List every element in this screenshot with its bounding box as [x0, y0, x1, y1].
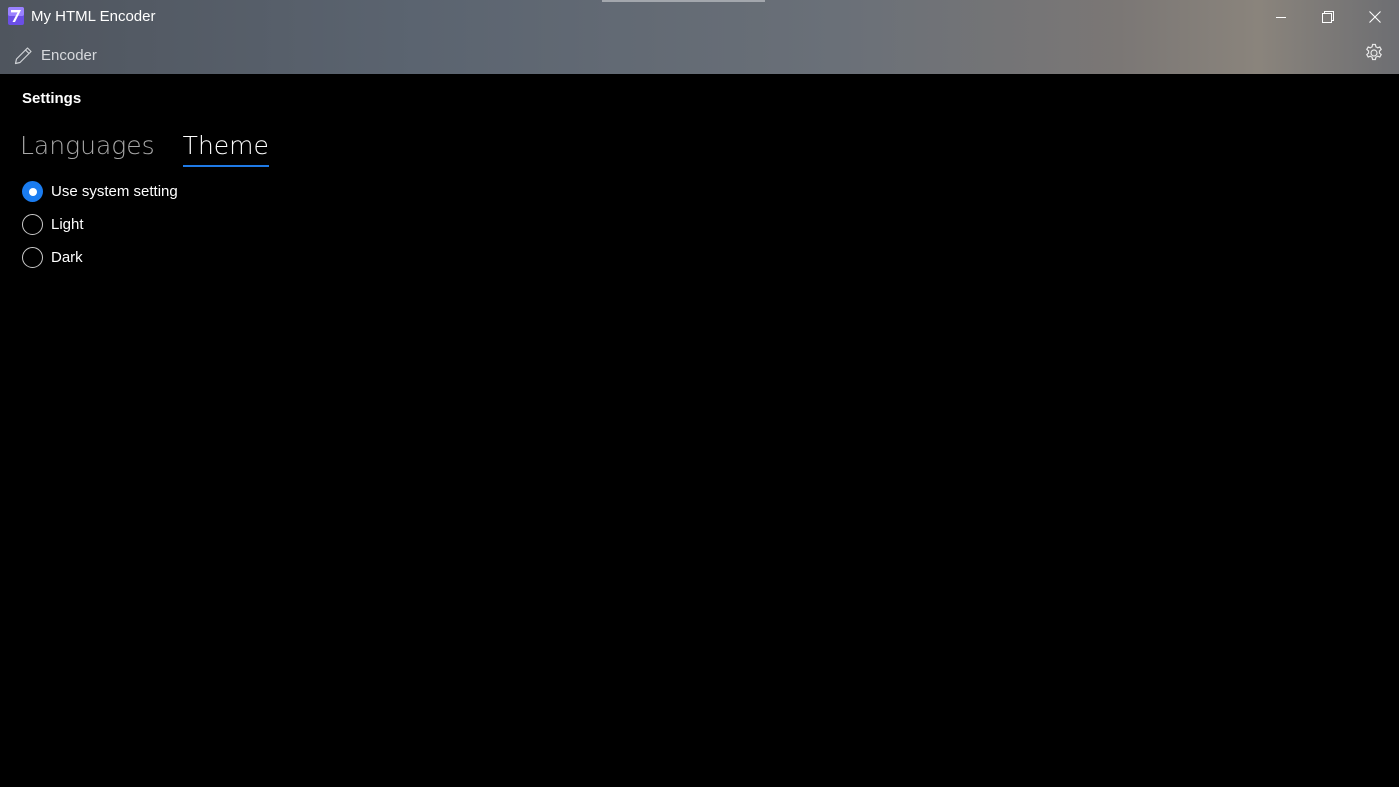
radio-button-system[interactable] — [22, 181, 43, 202]
radio-option-system[interactable]: Use system setting — [22, 175, 178, 208]
theme-radio-group: Use system setting Light Dark — [22, 175, 178, 274]
restore-button[interactable] — [1305, 0, 1351, 34]
nav-item-encoder-label: Encoder — [41, 46, 97, 64]
window-header: My HTML Encoder Encoder — [0, 0, 1399, 74]
tab-languages[interactable]: Languages — [20, 130, 155, 170]
close-icon — [1369, 11, 1381, 23]
radio-label-system: Use system setting — [51, 183, 178, 200]
restore-icon — [1322, 11, 1334, 23]
radio-label-light: Light — [51, 216, 84, 233]
page-title: Settings — [22, 90, 82, 107]
radio-checked-dot — [28, 187, 37, 196]
title-bar[interactable]: My HTML Encoder — [0, 0, 1399, 34]
tab-languages-label: Languages — [20, 131, 155, 160]
nav-bar: Encoder — [0, 36, 1399, 72]
radio-option-dark[interactable]: Dark — [22, 241, 178, 274]
gear-icon — [1364, 43, 1384, 68]
radio-option-light[interactable]: Light — [22, 208, 178, 241]
tab-theme[interactable]: Theme — [182, 130, 269, 170]
minimize-button[interactable] — [1258, 0, 1304, 34]
radio-label-dark: Dark — [51, 249, 83, 266]
settings-button[interactable] — [1360, 41, 1388, 69]
radio-button-light[interactable] — [22, 214, 43, 235]
minimize-icon — [1275, 12, 1287, 23]
window-title: My HTML Encoder — [31, 8, 156, 25]
close-button[interactable] — [1352, 0, 1398, 34]
settings-tabs: Languages Theme — [20, 130, 269, 170]
radio-button-dark[interactable] — [22, 247, 43, 268]
app-logo-icon — [8, 7, 24, 25]
tab-selected-indicator — [182, 165, 269, 167]
pencil-icon — [14, 46, 33, 65]
nav-item-encoder[interactable]: Encoder — [14, 43, 97, 67]
tab-theme-label: Theme — [182, 131, 269, 160]
app-window: My HTML Encoder Encoder Settings Languag… — [0, 0, 1399, 787]
